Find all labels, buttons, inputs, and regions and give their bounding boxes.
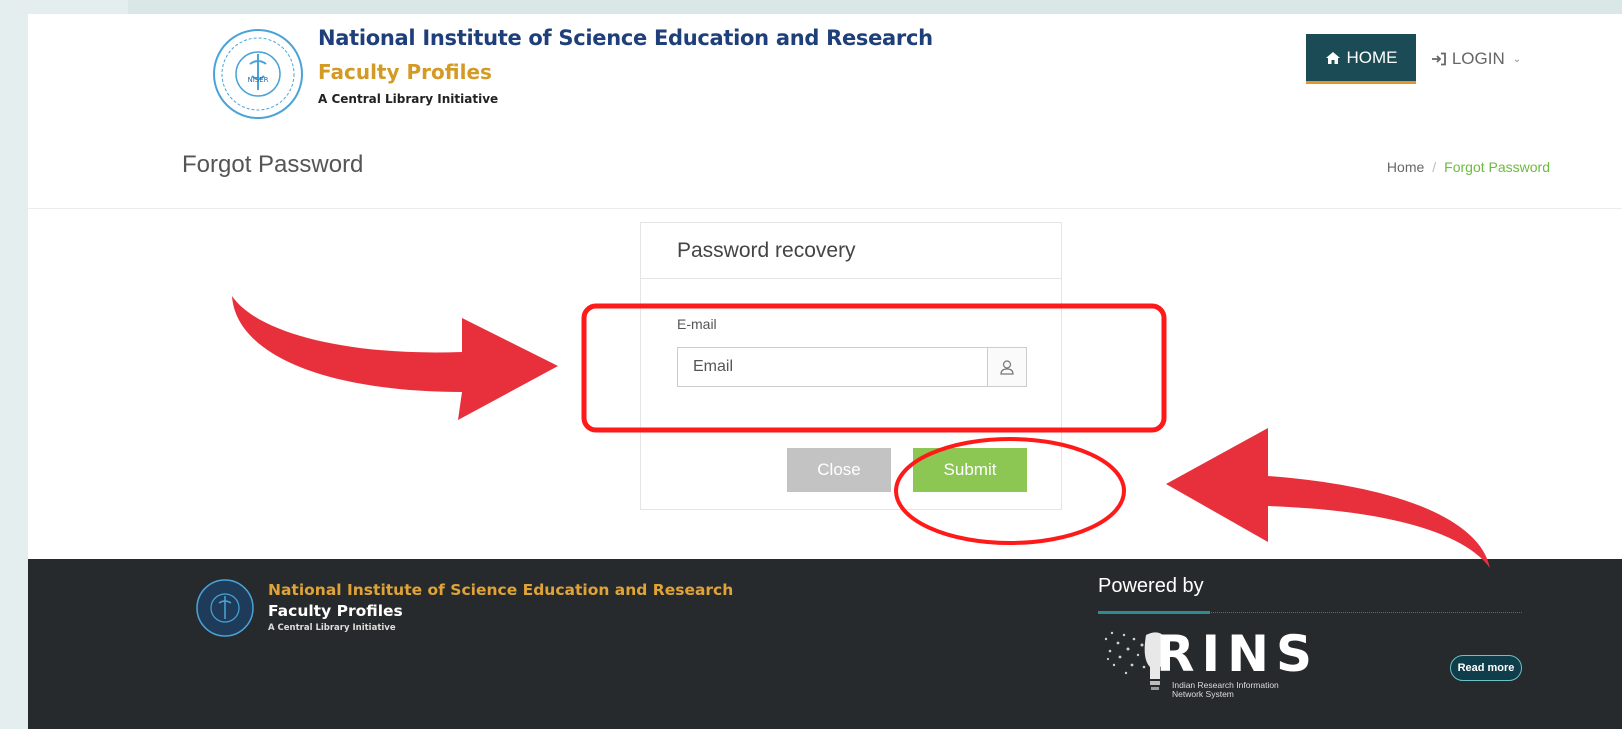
breadcrumb-home-link[interactable]: Home <box>1387 159 1424 175</box>
footer: National Institute of Science Education … <box>28 559 1622 729</box>
irins-wordmark: RINS <box>1156 625 1319 683</box>
top-band <box>128 0 1622 14</box>
nav-home-label: HOME <box>1346 47 1398 67</box>
email-input[interactable] <box>677 347 987 387</box>
niser-logo[interactable]: NISER <box>208 24 308 124</box>
chevron-down-icon: ⌄ <box>1512 53 1522 65</box>
nav-login-label: LOGIN <box>1451 49 1505 68</box>
card-title: Password recovery <box>677 239 856 262</box>
password-recovery-card: Password recovery E-mail Close Submit <box>640 222 1062 510</box>
page-title: Forgot Password <box>182 151 364 178</box>
breadcrumb-current: Forgot Password <box>1444 159 1550 175</box>
nav-login-dropdown[interactable]: LOGIN ⌄ <box>1426 34 1526 84</box>
nav-home-button[interactable]: HOME <box>1306 34 1416 84</box>
sign-in-icon <box>1431 52 1446 66</box>
read-more-button[interactable]: Read more <box>1450 655 1522 681</box>
footer-org-name: National Institute of Science Education … <box>268 581 734 599</box>
email-input-addon <box>987 347 1027 387</box>
powered-by-heading: Powered by <box>1098 575 1204 597</box>
footer-site-tagline: A Central Library Initiative <box>268 623 396 633</box>
card-divider <box>641 278 1061 279</box>
close-button[interactable]: Close <box>787 448 891 492</box>
user-icon <box>1000 360 1014 375</box>
svg-text:NISER: NISER <box>247 76 268 84</box>
site-tagline: A Central Library Initiative <box>318 92 499 106</box>
title-divider <box>28 208 1622 209</box>
site-title: Faculty Profiles <box>318 60 492 84</box>
org-title: National Institute of Science Education … <box>318 26 933 50</box>
submit-button[interactable]: Submit <box>913 448 1027 492</box>
breadcrumb-separator: / <box>1432 159 1437 175</box>
irins-tagline: Indian Research Information Network Syst… <box>1172 680 1279 699</box>
footer-niser-logo <box>196 579 254 637</box>
powered-by-divider-accent <box>1098 611 1210 614</box>
footer-site-name: Faculty Profiles <box>268 602 403 620</box>
page: NISER National Institute of Science Educ… <box>28 14 1622 729</box>
home-icon <box>1325 51 1340 64</box>
email-label: E-mail <box>677 316 717 332</box>
breadcrumb: Home / Forgot Password <box>1387 159 1550 175</box>
